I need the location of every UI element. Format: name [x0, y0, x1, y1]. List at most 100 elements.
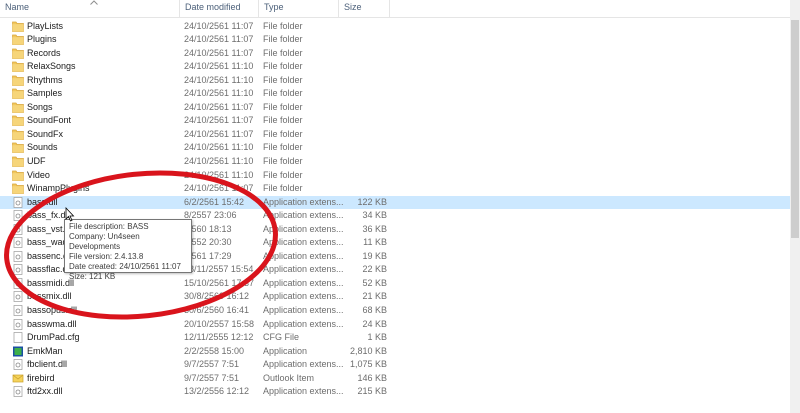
- file-type: Application: [263, 345, 308, 356]
- file-type: Application extens...: [263, 223, 344, 234]
- file-date-modified: 24/10/2561 11:07: [184, 115, 254, 126]
- file-name[interactable]: ftd2xx.dll: [27, 385, 63, 399]
- file-date-modified: 24/10/2561 11:10: [184, 61, 254, 72]
- file-row[interactable]: basswma.dll 20/10/2557 15:58 Application e…: [0, 318, 790, 332]
- file-date-modified: 24/10/2561 11:07: [184, 101, 254, 112]
- file-type: File folder: [263, 169, 303, 180]
- file-size: 52 KB: [362, 277, 387, 288]
- file-row[interactable]: DrumPad.cfg 12/11/2555 12:12 CFG File 1 KB: [0, 331, 790, 345]
- file-row[interactable]: Samples 24/10/2561 11:10 File folder: [0, 87, 790, 101]
- file-name[interactable]: bassopus.dll: [27, 304, 77, 318]
- file-row[interactable]: UDF 24/10/2561 11:10 File folder: [0, 155, 790, 169]
- file-size: 36 KB: [362, 223, 387, 234]
- folder-icon: [12, 170, 24, 181]
- file-name[interactable]: firebird: [27, 372, 55, 386]
- file-name[interactable]: Sounds: [27, 141, 58, 155]
- file-row[interactable]: EmkMan 2/2/2558 15:00 Application 2,810 KB: [0, 345, 790, 359]
- file-row[interactable]: RelaxSongs 24/10/2561 11:10 File folder: [0, 60, 790, 74]
- file-row[interactable]: Video 24/10/2561 11:10 File folder: [0, 169, 790, 183]
- folder-icon: [12, 75, 24, 86]
- folder-icon: [12, 183, 24, 194]
- file-date-modified: 24/10/2561 11:07: [184, 183, 254, 194]
- file-row[interactable]: Sounds 24/10/2561 11:10 File folder: [0, 141, 790, 155]
- file-name[interactable]: Rhythms: [27, 74, 63, 88]
- file-size: 21 KB: [362, 291, 387, 302]
- dll-file-icon: [12, 291, 24, 303]
- file-name[interactable]: bass.dll: [27, 196, 58, 210]
- column-header-date[interactable]: Date modified: [180, 0, 259, 17]
- folder-icon: [12, 156, 24, 167]
- file-row[interactable]: bassmix.dll 30/8/2560 16:12 Application ex…: [0, 290, 790, 304]
- file-type: File folder: [263, 128, 303, 139]
- file-size: 22 KB: [362, 264, 387, 275]
- dll-file-icon: [12, 359, 24, 371]
- file-row[interactable]: bass.dll 6/2/2561 15:42 Application extens…: [0, 195, 790, 210]
- file-name[interactable]: Songs: [27, 101, 53, 115]
- file-name[interactable]: DrumPad.cfg: [27, 331, 80, 345]
- file-name[interactable]: RelaxSongs: [27, 60, 76, 74]
- file-name[interactable]: fbclient.dll: [27, 358, 67, 372]
- file-size: 1,075 KB: [349, 359, 387, 370]
- file-row[interactable]: fbclient.dll 9/7/2557 7:51 Application ext…: [0, 358, 790, 372]
- file-row[interactable]: SoundFont 24/10/2561 11:07 File folder: [0, 114, 790, 128]
- file-type: Application extens...: [263, 277, 344, 288]
- file-date-modified: 9/7/2557 7:51: [184, 359, 240, 370]
- file-type: Application extens...: [263, 386, 344, 397]
- folder-icon: [12, 88, 24, 100]
- folder-icon: [12, 48, 24, 59]
- file-name[interactable]: Samples: [27, 87, 62, 101]
- file-row[interactable]: PlayLists 24/10/2561 11:07 File folder: [0, 20, 790, 34]
- file-name[interactable]: Records: [27, 47, 61, 61]
- file-name[interactable]: bassmidi.dll: [27, 277, 74, 291]
- file-type: File folder: [263, 74, 303, 85]
- column-header-name-label: Name: [5, 2, 30, 12]
- folder-icon: [12, 21, 24, 32]
- file-name[interactable]: Plugins: [27, 33, 57, 47]
- file-date-modified: 24/10/2561 11:07: [184, 20, 254, 31]
- file-tooltip: File description: BASS Company: Un4seen …: [64, 219, 192, 281]
- file-date-modified: 24/10/2561 11:07: [184, 34, 254, 45]
- dll-file-icon: [12, 237, 24, 249]
- file-name[interactable]: EmkMan: [27, 345, 63, 359]
- column-header-type[interactable]: Type: [259, 0, 339, 17]
- folder-icon: [12, 115, 24, 127]
- file-row[interactable]: bassopus.dll 30/6/2560 16:41 Application e…: [0, 304, 790, 318]
- dll-file-icon: [12, 210, 24, 222]
- file-name[interactable]: basswma.dll: [27, 318, 77, 332]
- file-row[interactable]: Records 24/10/2561 11:07 File folder: [0, 47, 790, 61]
- file-row[interactable]: Plugins 24/10/2561 11:07 File folder: [0, 33, 790, 47]
- scrollbar-thumb[interactable]: [791, 20, 799, 238]
- file-date-modified: 24/10/2561 11:10: [184, 88, 254, 99]
- file-name[interactable]: bassmix.dll: [27, 290, 72, 304]
- file-name[interactable]: WinampPlugins: [27, 182, 90, 196]
- file-row[interactable]: ftd2xx.dll 13/2/2556 12:12 Application ext…: [0, 385, 790, 399]
- column-header-type-label: Type: [264, 2, 284, 12]
- file-date-modified: 24/10/2561 11:07: [184, 128, 254, 139]
- file-name[interactable]: SoundFont: [27, 114, 71, 128]
- file-type: File folder: [263, 88, 303, 99]
- file-type: Application extens...: [263, 318, 344, 329]
- file-size: 2,810 KB: [349, 345, 387, 356]
- file-row[interactable]: WinampPlugins 24/10/2561 11:07 File folder: [0, 182, 790, 196]
- dll-file-icon: [12, 305, 24, 316]
- file-date-modified: 2/2/2558 15:00: [184, 345, 245, 356]
- file-name[interactable]: PlayLists: [27, 20, 63, 34]
- file-name[interactable]: UDF: [27, 155, 46, 169]
- tooltip-version: File version: 2.4.13.8: [69, 252, 144, 261]
- file-date-modified: 9/7/2557 7:51: [184, 372, 240, 383]
- dll-file-icon: [12, 318, 24, 330]
- folder-icon: [12, 102, 24, 113]
- file-name[interactable]: SoundFx: [27, 128, 63, 142]
- file-row[interactable]: Rhythms 24/10/2561 11:10 File folder: [0, 74, 790, 88]
- file-type: File folder: [263, 34, 303, 45]
- file-row[interactable]: firebird 9/7/2557 7:51 Outlook Item 146 KB: [0, 372, 790, 386]
- file-size: 24 KB: [362, 318, 387, 329]
- file-name[interactable]: Video: [27, 169, 50, 183]
- file-row[interactable]: SoundFx 24/10/2561 11:07 File folder: [0, 128, 790, 142]
- vertical-scrollbar[interactable]: [790, 0, 800, 413]
- file-list: Memory24/10/2561 11:07File folderPlayLis…: [0, 6, 790, 399]
- column-header-size[interactable]: Size: [339, 0, 390, 17]
- folder-icon: [12, 34, 24, 45]
- file-date-modified: 30/6/2560 16:41: [184, 305, 250, 316]
- file-row[interactable]: Songs 24/10/2561 11:07 File folder: [0, 101, 790, 115]
